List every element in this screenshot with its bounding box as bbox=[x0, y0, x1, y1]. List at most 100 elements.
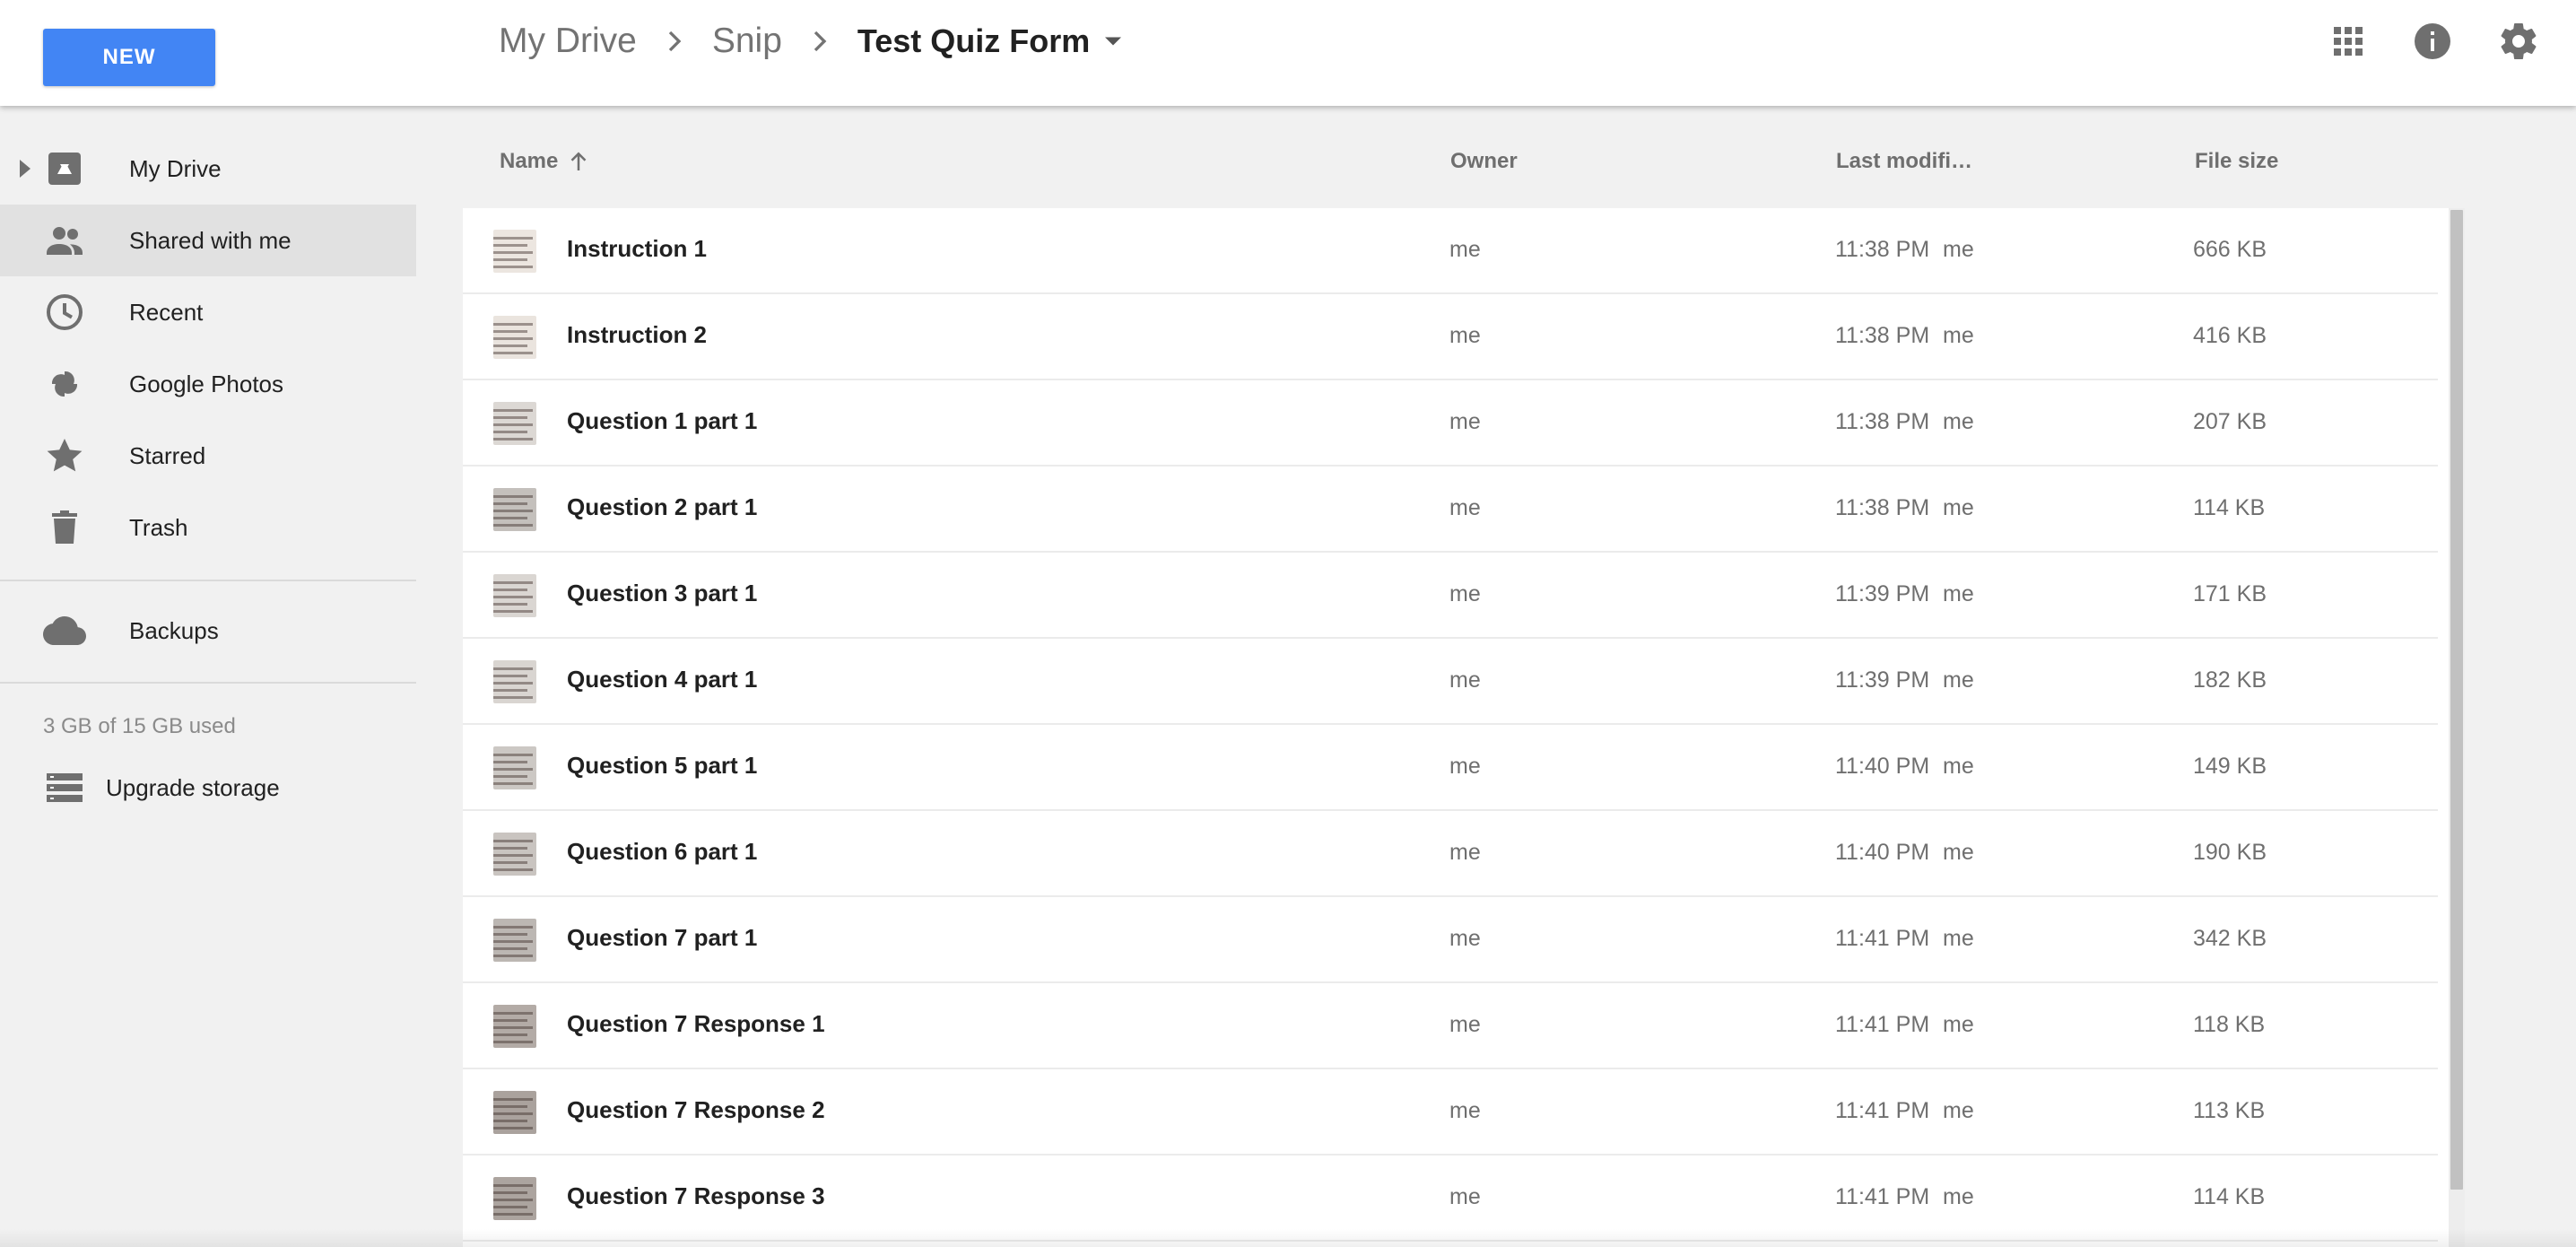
sort-ascending-icon[interactable] bbox=[565, 148, 592, 175]
file-name: Question 1 part 1 bbox=[567, 407, 758, 434]
upgrade-storage-link[interactable]: Upgrade storage bbox=[0, 763, 416, 813]
breadcrumb: My Drive Snip Test Quiz Form bbox=[499, 16, 1129, 66]
file-modified-by: me bbox=[1943, 237, 1974, 262]
file-modified-by: me bbox=[1943, 581, 1974, 606]
table-row[interactable]: Question 5 part 1 me 11:40 PM me 149 KB bbox=[463, 725, 2438, 811]
table-row[interactable]: Question 1 part 1 me 11:38 PM me 207 KB bbox=[463, 380, 2438, 467]
pinwheel-icon bbox=[51, 371, 78, 397]
file-owner: me bbox=[1449, 754, 1481, 779]
file-thumbnail bbox=[493, 660, 536, 703]
file-owner: me bbox=[1449, 323, 1481, 348]
file-modified-time: 11:39 PM bbox=[1835, 581, 1930, 606]
breadcrumb-current-folder[interactable]: Test Quiz Form bbox=[857, 22, 1090, 60]
info-icon[interactable] bbox=[2411, 20, 2454, 63]
file-name: Instruction 2 bbox=[567, 321, 708, 348]
new-button[interactable]: NEW bbox=[43, 29, 215, 86]
file-thumbnail bbox=[493, 316, 536, 359]
file-name: Instruction 1 bbox=[567, 235, 708, 262]
upgrade-storage-label: Upgrade storage bbox=[106, 773, 280, 801]
file-name: Question 2 part 1 bbox=[567, 493, 758, 520]
file-thumbnail bbox=[493, 919, 536, 962]
file-modified-time: 11:39 PM bbox=[1835, 667, 1930, 693]
file-size: 342 KB bbox=[2193, 926, 2267, 951]
column-header-last-modified[interactable]: Last modifi… bbox=[1836, 135, 1972, 188]
sidebar-item-label: Shared with me bbox=[129, 226, 292, 254]
sidebar-item-trash[interactable]: Trash bbox=[0, 492, 416, 563]
table-row[interactable]: Question 7 Response 1 me 11:41 PM me 118 KB bbox=[463, 983, 2438, 1069]
file-name: Question 7 Response 1 bbox=[567, 1010, 825, 1037]
sidebar-item-label: Starred bbox=[129, 441, 206, 469]
file-size: 666 KB bbox=[2193, 237, 2267, 262]
file-owner: me bbox=[1449, 1098, 1481, 1123]
file-modified-time: 11:38 PM bbox=[1835, 237, 1930, 262]
file-size: 114 KB bbox=[2193, 495, 2266, 520]
file-thumbnail bbox=[493, 1177, 536, 1220]
sidebar-item-shared-with-me[interactable]: Shared with me bbox=[0, 205, 416, 276]
file-name: Question 6 part 1 bbox=[567, 838, 758, 865]
settings-gear-icon[interactable] bbox=[2497, 20, 2540, 63]
clock-icon bbox=[47, 294, 83, 330]
file-size: 114 KB bbox=[2193, 1184, 2266, 1209]
table-row[interactable]: Instruction 2 me 11:38 PM me 416 KB bbox=[463, 294, 2438, 380]
file-thumbnail bbox=[493, 402, 536, 445]
table-row[interactable]: Question 6 part 1 me 11:40 PM me 190 KB bbox=[463, 811, 2438, 897]
file-owner: me bbox=[1449, 581, 1481, 606]
sidebar-divider bbox=[0, 682, 416, 684]
table-row[interactable]: Question 7 part 1 me 11:41 PM me 342 KB bbox=[463, 897, 2438, 983]
file-size: 171 KB bbox=[2193, 581, 2267, 606]
file-modified-by: me bbox=[1943, 754, 1974, 779]
file-thumbnail bbox=[493, 1005, 536, 1048]
file-name: Question 3 part 1 bbox=[567, 580, 758, 606]
table-row[interactable]: Question 4 part 1 me 11:39 PM me 182 KB bbox=[463, 639, 2438, 725]
file-modified-by: me bbox=[1943, 409, 1974, 434]
file-modified-time: 11:38 PM bbox=[1835, 495, 1930, 520]
cloud-icon bbox=[43, 616, 86, 645]
table-row[interactable]: Question 2 part 1 me 11:38 PM me 114 KB bbox=[463, 467, 2438, 553]
breadcrumb-snip[interactable]: Snip bbox=[712, 22, 782, 61]
file-modified-by: me bbox=[1943, 1098, 1974, 1123]
sidebar-item-my-drive[interactable]: My Drive bbox=[0, 133, 416, 205]
expand-arrow-icon[interactable] bbox=[16, 158, 34, 179]
column-header-owner[interactable]: Owner bbox=[1450, 135, 1518, 188]
file-modified-time: 11:38 PM bbox=[1835, 323, 1930, 348]
sidebar: My Drive Shared with me Recent Google Ph… bbox=[0, 106, 416, 1247]
column-header-file-size[interactable]: File size bbox=[2195, 135, 2278, 188]
file-modified-by: me bbox=[1943, 1012, 1974, 1037]
file-modified-time: 11:40 PM bbox=[1835, 754, 1930, 779]
sidebar-item-google-photos[interactable]: Google Photos bbox=[0, 348, 416, 420]
sidebar-item-starred[interactable]: Starred bbox=[0, 420, 416, 492]
sidebar-item-backups[interactable]: Backups bbox=[0, 595, 416, 667]
file-modified-by: me bbox=[1943, 926, 1974, 951]
file-modified-by: me bbox=[1943, 667, 1974, 693]
file-modified-time: 11:40 PM bbox=[1835, 840, 1930, 865]
file-list: Instruction 1 me 11:38 PM me 666 KB Instructi… bbox=[463, 208, 2465, 1247]
dropdown-caret-icon[interactable] bbox=[1097, 25, 1129, 57]
file-owner: me bbox=[1449, 667, 1481, 693]
chevron-right-icon bbox=[814, 31, 827, 52]
file-name: Question 5 part 1 bbox=[567, 752, 758, 779]
file-name: Question 4 part 1 bbox=[567, 666, 758, 693]
scrollbar-thumb[interactable] bbox=[2450, 210, 2463, 1190]
file-size: 113 KB bbox=[2193, 1098, 2266, 1123]
star-icon bbox=[47, 439, 83, 472]
table-row[interactable]: Question 7 Response 2 me 11:41 PM me 113 KB bbox=[463, 1069, 2438, 1155]
file-thumbnail bbox=[493, 1091, 536, 1134]
file-size: 118 KB bbox=[2193, 1012, 2266, 1037]
sidebar-item-recent[interactable]: Recent bbox=[0, 276, 416, 348]
column-header-label: Name bbox=[500, 149, 559, 173]
sidebar-item-label: My Drive bbox=[129, 154, 222, 182]
column-header-name[interactable]: Name bbox=[500, 135, 592, 188]
table-row[interactable]: Instruction 1 me 11:38 PM me 666 KB bbox=[463, 208, 2438, 294]
drive-icon bbox=[48, 153, 81, 185]
breadcrumb-my-drive[interactable]: My Drive bbox=[499, 22, 637, 61]
file-modified-by: me bbox=[1943, 323, 1974, 348]
apps-grid-icon[interactable] bbox=[2327, 20, 2370, 63]
storage-icon bbox=[47, 773, 83, 802]
file-modified-by: me bbox=[1943, 495, 1974, 520]
sidebar-divider bbox=[0, 580, 416, 581]
table-row[interactable]: Question 3 part 1 me 11:39 PM me 171 KB bbox=[463, 553, 2438, 639]
sidebar-item-label: Backups bbox=[129, 616, 219, 644]
file-name: Question 7 Response 3 bbox=[567, 1182, 825, 1209]
file-owner: me bbox=[1449, 926, 1481, 951]
file-thumbnail bbox=[493, 833, 536, 876]
